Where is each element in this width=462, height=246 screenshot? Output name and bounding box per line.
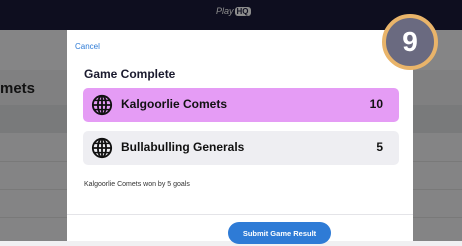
team-name: Kalgoorlie Comets [121, 97, 228, 111]
step-number-badge: 9 [382, 14, 438, 70]
team-row-winner: Kalgoorlie Comets 10 [83, 88, 399, 122]
globe-icon [91, 94, 113, 116]
dialog-title: Game Complete [84, 67, 176, 81]
team-row-loser: Bullabulling Generals 5 [83, 131, 399, 165]
globe-icon [91, 137, 113, 159]
step-number: 9 [402, 26, 418, 57]
cancel-button[interactable]: Cancel [75, 42, 100, 51]
game-complete-dialog: Cancel Game Complete Kalgoorlie Comets 1… [67, 30, 413, 241]
team-name: Bullabulling Generals [121, 140, 245, 154]
dialog-divider [67, 214, 413, 215]
team-score: 10 [369, 97, 383, 111]
result-summary: Kalgoorlie Comets won by 5 goals [84, 181, 190, 188]
team-score: 5 [376, 140, 383, 154]
